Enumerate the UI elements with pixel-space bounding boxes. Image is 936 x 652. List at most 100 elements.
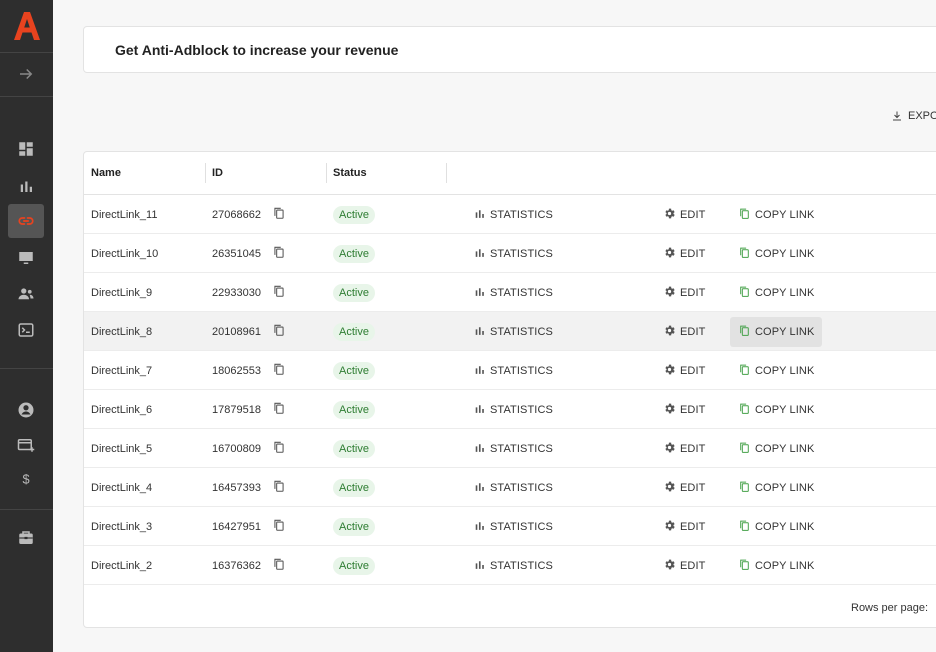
statistics-label: STATISTICS xyxy=(490,208,553,221)
copy-id-icon[interactable] xyxy=(261,557,286,574)
statistics-button[interactable]: STATISTICS xyxy=(473,546,553,585)
link-id-cell: 18062553 xyxy=(212,351,286,390)
copy-id-icon[interactable] xyxy=(261,401,286,418)
export-label: EXPORT xyxy=(908,110,936,122)
status-badge: Active xyxy=(333,517,375,536)
column-header-status[interactable]: Status xyxy=(333,167,367,179)
copy-icon xyxy=(738,519,755,535)
gear-icon xyxy=(663,285,680,301)
table-row: DirectLink_4 16457393 Active STATISTICS EDIT… xyxy=(84,468,936,507)
link-name: DirectLink_4 xyxy=(91,481,153,494)
gear-icon xyxy=(663,324,680,340)
copy-id-icon[interactable] xyxy=(261,245,286,262)
copy-link-cell: COPY LINK xyxy=(730,546,822,585)
link-id: 20108961 xyxy=(212,325,261,338)
copy-icon xyxy=(738,363,755,379)
statistics-button[interactable]: STATISTICS xyxy=(473,234,553,273)
edit-button[interactable]: EDIT xyxy=(663,351,705,390)
copy-link-button[interactable]: COPY LINK xyxy=(730,512,822,542)
toolbox-icon[interactable] xyxy=(8,521,44,555)
copy-link-button[interactable]: COPY LINK xyxy=(730,200,822,230)
dashboard-icon[interactable] xyxy=(8,132,44,166)
terminal-icon[interactable] xyxy=(8,313,44,347)
table-row: DirectLink_6 17879518 Active STATISTICS EDIT… xyxy=(84,390,936,429)
edit-button[interactable]: EDIT xyxy=(663,390,705,429)
copy-link-button[interactable]: COPY LINK xyxy=(730,473,822,503)
status-cell: Active xyxy=(333,429,375,468)
copy-link-button[interactable]: COPY LINK xyxy=(730,551,822,581)
copy-link-cell: COPY LINK xyxy=(730,312,823,351)
main-content: Get Anti-Adblock to increase your revenu… xyxy=(53,0,936,652)
copy-link-label: COPY LINK xyxy=(755,364,815,377)
column-header-name[interactable]: Name xyxy=(91,167,121,179)
copy-link-label: COPY LINK xyxy=(755,442,815,455)
copy-id-icon[interactable] xyxy=(261,362,286,379)
statistics-button[interactable]: STATISTICS xyxy=(473,195,553,234)
statistics-label: STATISTICS xyxy=(490,559,553,572)
table-header: Name ID Status xyxy=(84,152,936,195)
copy-link-button[interactable]: COPY LINK xyxy=(730,278,822,308)
account-icon[interactable] xyxy=(8,393,44,427)
dollar-icon[interactable]: $ xyxy=(8,462,44,496)
sidebar: $ xyxy=(0,0,53,652)
table-row: DirectLink_8 20108961 Active STATISTICS EDIT… xyxy=(84,312,936,351)
copy-link-label: COPY LINK xyxy=(755,247,815,260)
copy-icon xyxy=(738,402,755,418)
monitor-icon[interactable] xyxy=(8,241,44,275)
copy-link-label: COPY LINK xyxy=(755,325,815,338)
copy-link-cell: COPY LINK xyxy=(730,351,822,390)
link-name: DirectLink_10 xyxy=(91,247,159,260)
statistics-button[interactable]: STATISTICS xyxy=(473,468,553,507)
copy-id-icon[interactable] xyxy=(261,206,286,223)
column-header-id[interactable]: ID xyxy=(212,167,223,179)
edit-button[interactable]: EDIT xyxy=(663,429,705,468)
link-id: 16457393 xyxy=(212,481,261,494)
link-icon[interactable] xyxy=(8,204,44,238)
status-badge: Active xyxy=(333,556,375,575)
table-row: DirectLink_2 16376362 Active STATISTICS EDIT… xyxy=(84,546,936,585)
add-card-icon[interactable] xyxy=(8,428,44,462)
collapse-arrow-icon[interactable] xyxy=(8,57,44,91)
edit-button[interactable]: EDIT xyxy=(663,546,705,585)
status-cell: Active xyxy=(333,546,375,585)
copy-icon xyxy=(738,285,755,301)
statistics-label: STATISTICS xyxy=(490,325,553,338)
statistics-button[interactable]: STATISTICS xyxy=(473,507,553,546)
copy-link-button[interactable]: COPY LINK xyxy=(730,239,822,269)
statistics-button[interactable]: STATISTICS xyxy=(473,312,553,351)
statistics-label: STATISTICS xyxy=(490,442,553,455)
edit-button[interactable]: EDIT xyxy=(663,273,705,312)
copy-link-button[interactable]: COPY LINK xyxy=(730,316,823,347)
edit-label: EDIT xyxy=(680,247,706,260)
status-badge: Active xyxy=(333,478,375,497)
copy-link-button[interactable]: COPY LINK xyxy=(730,434,822,464)
statistics-button[interactable]: STATISTICS xyxy=(473,390,553,429)
edit-button[interactable]: EDIT xyxy=(663,195,705,234)
copy-id-icon[interactable] xyxy=(261,518,286,535)
link-name: DirectLink_5 xyxy=(91,442,153,455)
statistics-button[interactable]: STATISTICS xyxy=(473,351,553,390)
copy-id-icon[interactable] xyxy=(261,284,286,301)
anti-adblock-banner[interactable]: Get Anti-Adblock to increase your revenu… xyxy=(83,26,936,73)
edit-button[interactable]: EDIT xyxy=(663,234,705,273)
edit-label: EDIT xyxy=(680,208,706,221)
copy-icon xyxy=(738,246,755,262)
bar-chart-icon[interactable] xyxy=(8,169,44,203)
users-icon[interactable] xyxy=(8,277,44,311)
copy-id-icon[interactable] xyxy=(261,323,286,340)
edit-button[interactable]: EDIT xyxy=(663,312,705,351)
copy-link-button[interactable]: COPY LINK xyxy=(730,356,822,386)
copy-id-icon[interactable] xyxy=(261,479,286,496)
statistics-button[interactable]: STATISTICS xyxy=(473,429,553,468)
status-badge: Active xyxy=(333,205,375,224)
statistics-button[interactable]: STATISTICS xyxy=(473,273,553,312)
link-id-cell: 16376362 xyxy=(212,546,286,585)
edit-button[interactable]: EDIT xyxy=(663,468,705,507)
export-button[interactable]: EXPORT xyxy=(891,110,936,122)
edit-button[interactable]: EDIT xyxy=(663,507,705,546)
copy-id-icon[interactable] xyxy=(261,440,286,457)
brand-logo-icon[interactable] xyxy=(13,10,41,42)
copy-link-cell: COPY LINK xyxy=(730,468,822,507)
copy-link-button[interactable]: COPY LINK xyxy=(730,395,822,425)
direct-links-table: Name ID Status DirectLink_11 27068662 Acti… xyxy=(83,151,936,628)
